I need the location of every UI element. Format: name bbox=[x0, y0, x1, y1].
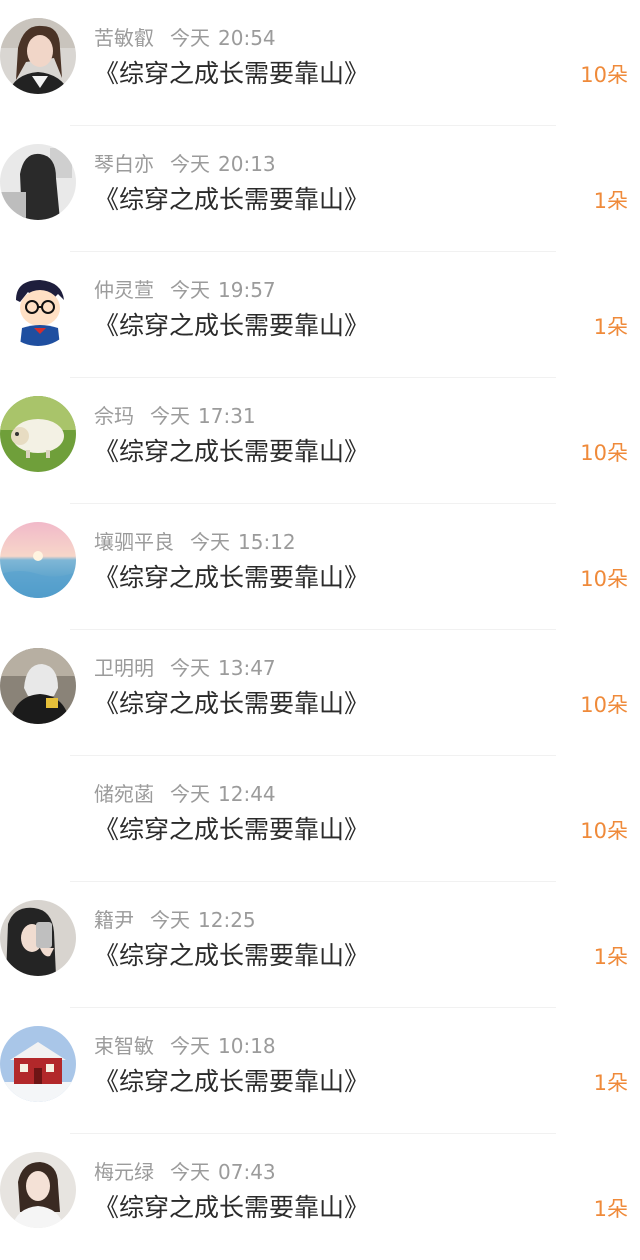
user-name[interactable]: 仲灵萱 bbox=[94, 278, 154, 302]
item-meta: 储宛菡 今天 12:44 bbox=[94, 780, 276, 808]
book-title[interactable]: 《综穿之成长需要靠山》 bbox=[94, 1064, 369, 1100]
flower-count: 1朵 bbox=[593, 945, 628, 969]
time-label: 17:31 bbox=[198, 404, 256, 428]
user-name[interactable]: 琴白亦 bbox=[94, 152, 154, 176]
user-name[interactable]: 束智敏 bbox=[94, 1034, 154, 1058]
list-item[interactable]: 仲灵萱 今天 19:57 《综穿之成长需要靠山》 1朵 bbox=[0, 252, 640, 378]
list-item[interactable]: 籍尹 今天 12:25 《综穿之成长需要靠山》 1朵 bbox=[0, 882, 640, 1008]
day-label: 今天 bbox=[170, 152, 210, 176]
book-title[interactable]: 《综穿之成长需要靠山》 bbox=[94, 1190, 369, 1226]
list-item[interactable]: 束智敏 今天 10:18 《综穿之成长需要靠山》 1朵 bbox=[0, 1008, 640, 1134]
book-title[interactable]: 《综穿之成长需要靠山》 bbox=[94, 434, 369, 470]
time-label: 12:44 bbox=[218, 782, 276, 806]
list-item[interactable]: 佘玛 今天 17:31 《综穿之成长需要靠山》 10朵 bbox=[0, 378, 640, 504]
cartoon-detective-avatar-icon[interactable] bbox=[0, 270, 76, 346]
day-label: 今天 bbox=[150, 908, 190, 932]
blank-avatar-icon[interactable] bbox=[0, 774, 76, 850]
item-meta: 仲灵萱 今天 19:57 bbox=[94, 276, 276, 304]
item-meta: 束智敏 今天 10:18 bbox=[94, 1032, 276, 1060]
day-label: 今天 bbox=[190, 530, 230, 554]
user-name[interactable]: 储宛菡 bbox=[94, 782, 154, 806]
gift-list: 苦敏叡 今天 20:54 《综穿之成长需要靠山》 10朵 琴白亦 今天 20:13 《综… bbox=[0, 0, 640, 1228]
list-item[interactable]: 梅元绿 今天 07:43 《综穿之成长需要靠山》 1朵 bbox=[0, 1134, 640, 1260]
item-meta: 佘玛 今天 17:31 bbox=[94, 402, 256, 430]
long-hair-photo-avatar-icon[interactable] bbox=[0, 144, 76, 220]
day-label: 今天 bbox=[170, 782, 210, 806]
item-meta: 卫明明 今天 13:47 bbox=[94, 654, 276, 682]
item-meta: 苦敏叡 今天 20:54 bbox=[94, 24, 276, 52]
book-title[interactable]: 《综穿之成长需要靠山》 bbox=[94, 308, 369, 344]
day-label: 今天 bbox=[170, 1034, 210, 1058]
user-name[interactable]: 苦敏叡 bbox=[94, 26, 154, 50]
sheep-avatar-icon[interactable] bbox=[0, 396, 76, 472]
time-label: 15:12 bbox=[238, 530, 296, 554]
woman-photo-avatar-icon[interactable] bbox=[0, 18, 76, 94]
flower-count: 10朵 bbox=[580, 693, 628, 717]
time-label: 12:25 bbox=[198, 908, 256, 932]
user-name[interactable]: 壤驷平良 bbox=[94, 530, 174, 554]
day-label: 今天 bbox=[170, 26, 210, 50]
red-house-snow-avatar-icon[interactable] bbox=[0, 1026, 76, 1102]
list-item[interactable]: 壤驷平良 今天 15:12 《综穿之成长需要靠山》 10朵 bbox=[0, 504, 640, 630]
day-label: 今天 bbox=[170, 1160, 210, 1184]
time-label: 10:18 bbox=[218, 1034, 276, 1058]
time-label: 07:43 bbox=[218, 1160, 276, 1184]
book-title[interactable]: 《综穿之成长需要靠山》 bbox=[94, 182, 369, 218]
flower-count: 10朵 bbox=[580, 567, 628, 591]
user-name[interactable]: 佘玛 bbox=[94, 404, 134, 428]
day-label: 今天 bbox=[150, 404, 190, 428]
hooded-person-avatar-icon[interactable] bbox=[0, 648, 76, 724]
day-label: 今天 bbox=[170, 278, 210, 302]
item-meta: 壤驷平良 今天 15:12 bbox=[94, 528, 296, 556]
flower-count: 1朵 bbox=[593, 189, 628, 213]
selfie-avatar-icon[interactable] bbox=[0, 900, 76, 976]
user-name[interactable]: 籍尹 bbox=[94, 908, 134, 932]
flower-count: 10朵 bbox=[580, 441, 628, 465]
time-label: 20:54 bbox=[218, 26, 276, 50]
list-item[interactable]: 苦敏叡 今天 20:54 《综穿之成长需要靠山》 10朵 bbox=[0, 0, 640, 126]
girl-photo-avatar-icon[interactable] bbox=[0, 1152, 76, 1228]
book-title[interactable]: 《综穿之成长需要靠山》 bbox=[94, 938, 369, 974]
list-item[interactable]: 储宛菡 今天 12:44 《综穿之成长需要靠山》 10朵 bbox=[0, 756, 640, 882]
item-meta: 籍尹 今天 12:25 bbox=[94, 906, 256, 934]
user-name[interactable]: 卫明明 bbox=[94, 656, 154, 680]
flower-count: 1朵 bbox=[593, 315, 628, 339]
flower-count: 1朵 bbox=[593, 1071, 628, 1095]
sea-sunset-avatar-icon[interactable] bbox=[0, 522, 76, 598]
time-label: 19:57 bbox=[218, 278, 276, 302]
book-title[interactable]: 《综穿之成长需要靠山》 bbox=[94, 812, 369, 848]
list-item[interactable]: 卫明明 今天 13:47 《综穿之成长需要靠山》 10朵 bbox=[0, 630, 640, 756]
day-label: 今天 bbox=[170, 656, 210, 680]
flower-count: 10朵 bbox=[580, 63, 628, 87]
book-title[interactable]: 《综穿之成长需要靠山》 bbox=[94, 56, 369, 92]
flower-count: 10朵 bbox=[580, 819, 628, 843]
time-label: 13:47 bbox=[218, 656, 276, 680]
book-title[interactable]: 《综穿之成长需要靠山》 bbox=[94, 686, 369, 722]
item-meta: 琴白亦 今天 20:13 bbox=[94, 150, 276, 178]
user-name[interactable]: 梅元绿 bbox=[94, 1160, 154, 1184]
time-label: 20:13 bbox=[218, 152, 276, 176]
item-meta: 梅元绿 今天 07:43 bbox=[94, 1158, 276, 1186]
list-item[interactable]: 琴白亦 今天 20:13 《综穿之成长需要靠山》 1朵 bbox=[0, 126, 640, 252]
book-title[interactable]: 《综穿之成长需要靠山》 bbox=[94, 560, 369, 596]
